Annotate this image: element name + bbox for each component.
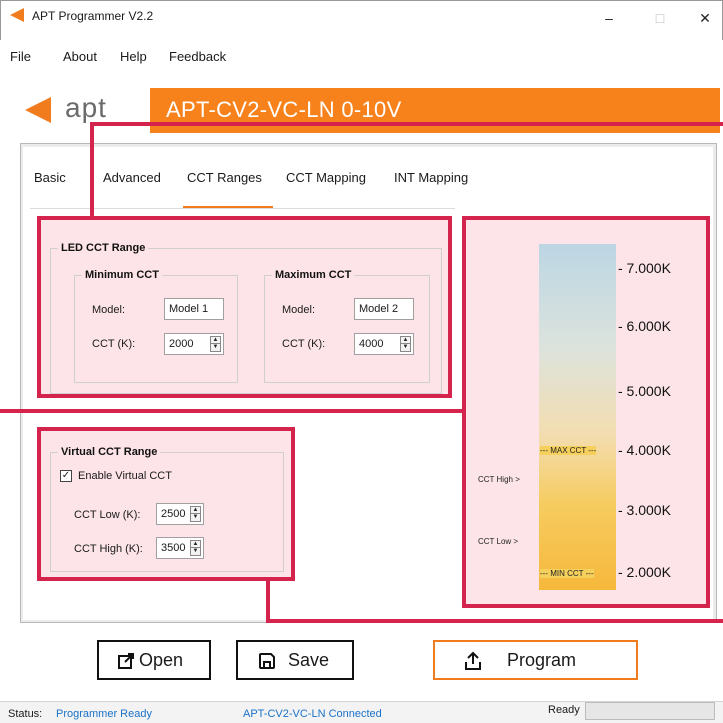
save-label: Save: [288, 650, 330, 670]
tab-int-mapping[interactable]: INT Mapping: [394, 170, 468, 185]
tab-cct-ranges[interactable]: CCT Ranges: [187, 170, 262, 185]
open-button[interactable]: Open: [97, 640, 211, 680]
cct-high-value: 3500: [161, 542, 186, 554]
menu-file[interactable]: File: [10, 49, 31, 64]
spin-arrows-icon[interactable]: ▲ ▼: [190, 506, 201, 522]
open-external-icon: [118, 653, 134, 669]
scale-tick-2000: - 2.000K: [618, 564, 671, 580]
scale-tick-6000: - 6.000K: [618, 318, 671, 334]
max-cct-label: CCT (K):: [282, 338, 326, 350]
max-cct-marker: --- MAX CCT ---: [540, 446, 597, 455]
maximum-cct-title: Maximum CCT: [272, 269, 355, 281]
open-label: Open: [139, 650, 184, 670]
min-cct-marker: --- MIN CCT ---: [540, 569, 594, 578]
connector-line: [0, 409, 466, 413]
enable-virtual-cct-label: Enable Virtual CCT: [78, 470, 172, 482]
maximize-button[interactable]: □: [645, 4, 675, 32]
device-model: APT-CV2-VC-LN 0-10V: [166, 97, 402, 122]
connector-line: [90, 122, 94, 218]
app-logo-icon: [10, 8, 24, 22]
spin-arrows-icon[interactable]: ▲ ▼: [400, 336, 411, 352]
cct-high-spinbox[interactable]: 3500 ▲ ▼: [156, 537, 204, 559]
connection-status: APT-CV2-VC-LN Connected: [243, 708, 382, 720]
ready-label: Ready: [548, 704, 580, 716]
status-label: Status:: [8, 708, 43, 720]
maximum-cct-group: [264, 275, 430, 383]
min-cct-spinbox[interactable]: 2000 ▲ ▼: [164, 333, 224, 355]
upload-icon: [465, 651, 481, 670]
menu-about[interactable]: About: [63, 49, 97, 64]
max-cct-value: 4000: [359, 338, 384, 350]
scale-tick-3000: - 3.000K: [618, 502, 671, 518]
connector-line: [266, 619, 723, 623]
cct-high-indicator: CCT High >: [478, 475, 520, 484]
tab-advanced[interactable]: Advanced: [103, 170, 161, 185]
program-label: Program: [507, 650, 577, 670]
cct-gradient-bar: [539, 244, 616, 590]
max-model-field[interactable]: Model 2: [354, 298, 414, 320]
scale-tick-7000: - 7.000K: [618, 260, 671, 276]
cct-low-value: 2500: [161, 508, 186, 520]
cct-low-indicator: CCT Low >: [478, 537, 519, 546]
tab-cct-mapping[interactable]: CCT Mapping: [286, 170, 366, 185]
enable-virtual-cct-checkbox[interactable]: ✓: [60, 470, 72, 482]
minimize-button[interactable]: –: [594, 4, 624, 32]
connector-line: [90, 122, 723, 126]
min-model-field[interactable]: Model 1: [164, 298, 224, 320]
cct-high-label: CCT High (K):: [74, 543, 143, 555]
menu-feedback[interactable]: Feedback: [169, 49, 226, 64]
spin-arrows-icon[interactable]: ▲ ▼: [190, 540, 201, 556]
minimum-cct-title: Minimum CCT: [82, 269, 162, 281]
max-cct-spinbox[interactable]: 4000 ▲ ▼: [354, 333, 414, 355]
floppy-disk-icon: [259, 653, 275, 669]
close-button[interactable]: ✕: [690, 4, 720, 32]
brand-bar: APT-CV2-VC-LN 0-10V: [150, 88, 720, 133]
tab-basic[interactable]: Basic: [34, 170, 66, 185]
scale-tick-5000: - 5.000K: [618, 383, 671, 399]
brand-logo: apt: [20, 88, 150, 133]
program-button[interactable]: Program: [433, 640, 638, 680]
active-tab-indicator: [183, 206, 273, 208]
scale-tick-4000: - 4.000K: [618, 442, 671, 458]
brand-header: apt APT-CV2-VC-LN 0-10V: [20, 88, 720, 133]
led-cct-range-title: LED CCT Range: [58, 242, 149, 254]
connector-line: [266, 577, 270, 622]
save-button[interactable]: Save: [236, 640, 354, 680]
window-title: APT Programmer V2.2: [32, 9, 154, 23]
menu-bar: [0, 40, 723, 70]
brand-logo-text: apt: [65, 92, 107, 123]
cct-low-label: CCT Low (K):: [74, 509, 141, 521]
min-model-label: Model:: [92, 304, 126, 316]
minimum-cct-group: [74, 275, 238, 383]
max-model-label: Model:: [282, 304, 316, 316]
status-text: Programmer Ready: [56, 708, 152, 720]
menu-help[interactable]: Help: [120, 49, 147, 64]
virtual-cct-range-title: Virtual CCT Range: [58, 446, 161, 458]
min-cct-label: CCT (K):: [92, 338, 136, 350]
min-cct-value: 2000: [169, 338, 194, 350]
cct-low-spinbox[interactable]: 2500 ▲ ▼: [156, 503, 204, 525]
progress-bar: [585, 702, 715, 720]
apt-arrow-icon: [25, 97, 51, 123]
spin-arrows-icon[interactable]: ▲ ▼: [210, 336, 221, 352]
